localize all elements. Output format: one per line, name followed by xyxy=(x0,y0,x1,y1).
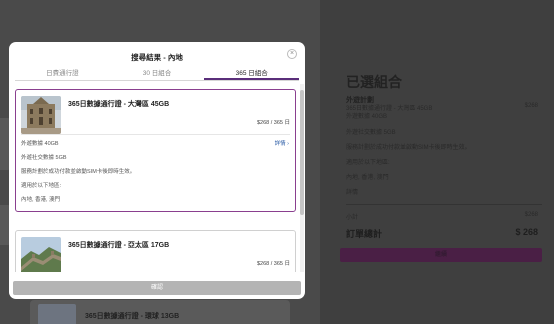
plan-social: 外遊社交數據 5GB xyxy=(346,130,396,136)
search-results-modal: 搜尋結果 - 內地 × 日費通行證 30 日組合 365 日組合 365日數據通… xyxy=(9,42,305,299)
confirm-button[interactable]: 確認 xyxy=(13,281,301,295)
plan-details-link[interactable]: 詳情 xyxy=(346,187,358,196)
scrollbar[interactable] xyxy=(300,84,304,272)
divider xyxy=(346,204,542,205)
plan-name: 365日數據通行證 - 大灣區 45GB xyxy=(68,101,170,108)
plan-regions: 內地, 香港, 澳門 xyxy=(346,175,389,181)
plan-card-selected[interactable]: 365日數據通行證 - 大灣區 45GB $268 / 365 日 外遊數據 4… xyxy=(15,89,296,212)
total-label: 訂單總計 xyxy=(346,229,383,239)
scrollbar-thumb[interactable] xyxy=(300,90,304,215)
plan-regions-label: 適用於以下地區: xyxy=(346,160,390,166)
plan-price: $268 xyxy=(524,103,538,109)
plan-price: $268 / 365 日 xyxy=(256,261,290,267)
total-value: $ 268 xyxy=(515,227,538,237)
modal-title: 搜尋結果 - 內地 xyxy=(131,53,183,62)
plan-tabs: 日費通行證 30 日組合 365 日組合 xyxy=(15,68,300,81)
continue-button[interactable]: 繼續 xyxy=(340,248,542,262)
background-plan-card: 365日數據通行證 - 環球 13GB xyxy=(30,300,290,324)
subtotal-value: $268 xyxy=(524,212,538,218)
plan-card[interactable]: 365日數據通行證 - 亞太區 17GB $268 / 365 日 xyxy=(15,230,296,272)
tab-daily-pass[interactable]: 日費通行證 xyxy=(15,68,110,80)
tab-30-day[interactable]: 30 日組合 xyxy=(110,68,205,80)
plan-data-allowance: 外遊數據 40GB xyxy=(21,141,59,147)
subtotal-label: 小計 xyxy=(346,215,359,221)
ruins-of-st-paul-image xyxy=(21,96,61,134)
plan-title: 365日數據通行證 - 環球 13GB xyxy=(85,313,180,320)
plan-regions-label: 適用於以下地區: xyxy=(21,183,62,189)
great-wall-image xyxy=(21,237,61,272)
close-icon[interactable]: × xyxy=(287,49,297,59)
plan-data: 外遊數據 40GB xyxy=(346,114,388,120)
details-label: 詳情 xyxy=(274,141,286,147)
details-link[interactable]: 詳情 › xyxy=(275,139,289,147)
selected-package-title: 已選組合 xyxy=(346,74,402,90)
plan-regions: 內地, 香港, 澳門 xyxy=(21,197,61,203)
plan-name: 365日數據通行證 - 亞太區 17GB xyxy=(68,242,170,249)
chevron-right-icon: › xyxy=(287,141,289,147)
plan-activation: 服務計劃於成功付款並啟動SIM卡後即時生效。 xyxy=(346,145,471,151)
plan-social-allowance: 外遊社交數據 5GB xyxy=(21,155,67,161)
plan-list: 365日數據通行證 - 大灣區 45GB $268 / 365 日 外遊數據 4… xyxy=(15,84,299,272)
plan-activation-note: 服務計劃於成功付款並啟動SIM卡後即時生效。 xyxy=(21,169,136,175)
tab-365-day[interactable]: 365 日組合 xyxy=(204,68,300,80)
plan-price: $268 / 365 日 xyxy=(256,120,290,126)
plan-thumbnail xyxy=(38,304,76,324)
